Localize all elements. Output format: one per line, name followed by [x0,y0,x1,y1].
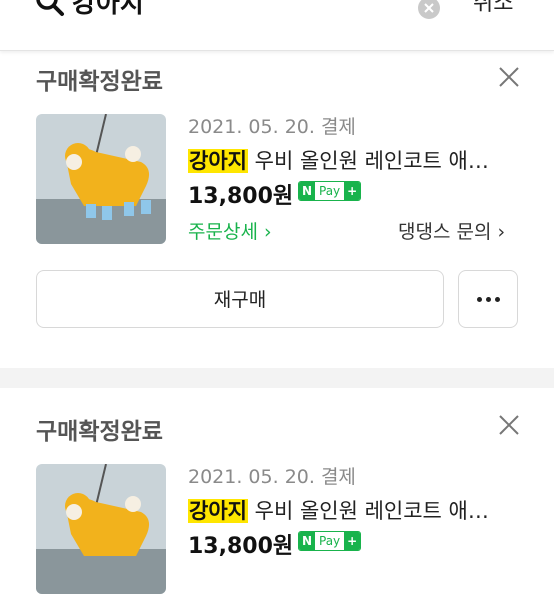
search-highlight: 강아지 [188,499,248,523]
clear-search-button[interactable] [418,0,440,19]
dot-icon [494,297,500,302]
search-highlight: 강아지 [188,149,248,173]
order-card: 구매확정완료 2021. 05. 20. 결제 강아지 우비 올인원 레인코트 … [0,50,554,368]
order-status: 구매확정완료 [36,69,163,95]
more-options-button[interactable] [458,270,518,328]
search-bar: 강아지 취소 [0,0,554,51]
product-title-text: 우비 올인원 레인코트 애… [247,149,489,173]
payment-date: 2021. 05. 20. 결제 [188,466,356,488]
search-icon [36,0,64,16]
plus-icon: + [344,182,361,200]
product-price: 13,800원 [188,184,294,209]
order-card: 구매확정완료 2021. 05. 20. 결제 강아지 우비 올인원 레인코트 … [0,388,554,594]
product-thumbnail[interactable] [36,114,166,244]
payment-date: 2021. 05. 20. 결제 [188,116,356,138]
naver-n-icon: N [299,182,315,200]
dot-icon [485,297,491,302]
close-icon[interactable] [498,414,520,436]
npay-badge: N Pay + [298,181,362,201]
section-divider [0,368,554,388]
close-icon[interactable] [498,66,520,88]
dot-icon [476,297,482,302]
product-title[interactable]: 강아지 우비 올인원 레인코트 애… [188,495,518,525]
plus-icon: + [344,532,361,550]
product-thumbnail[interactable] [36,464,166,594]
order-status: 구매확정완료 [36,419,163,445]
npay-badge: N Pay + [298,531,362,551]
order-detail-link[interactable]: 주문상세 › [188,217,272,244]
product-title[interactable]: 강아지 우비 올인원 레인코트 애… [188,145,518,175]
product-title-text: 우비 올인원 레인코트 애… [247,499,489,523]
reorder-button[interactable]: 재구매 [36,270,444,328]
search-input[interactable]: 강아지 [72,0,144,20]
product-price: 13,800원 [188,534,294,559]
cancel-button[interactable]: 취소 [473,0,513,18]
npay-label: Pay [319,534,341,548]
shop-inquiry-link[interactable]: 댕댕스 문의 › [398,217,505,244]
naver-n-icon: N [299,532,315,550]
dog-raincoat-image [36,464,166,594]
npay-label: Pay [319,184,341,198]
clear-icon [424,3,434,13]
dog-raincoat-image [36,114,166,244]
